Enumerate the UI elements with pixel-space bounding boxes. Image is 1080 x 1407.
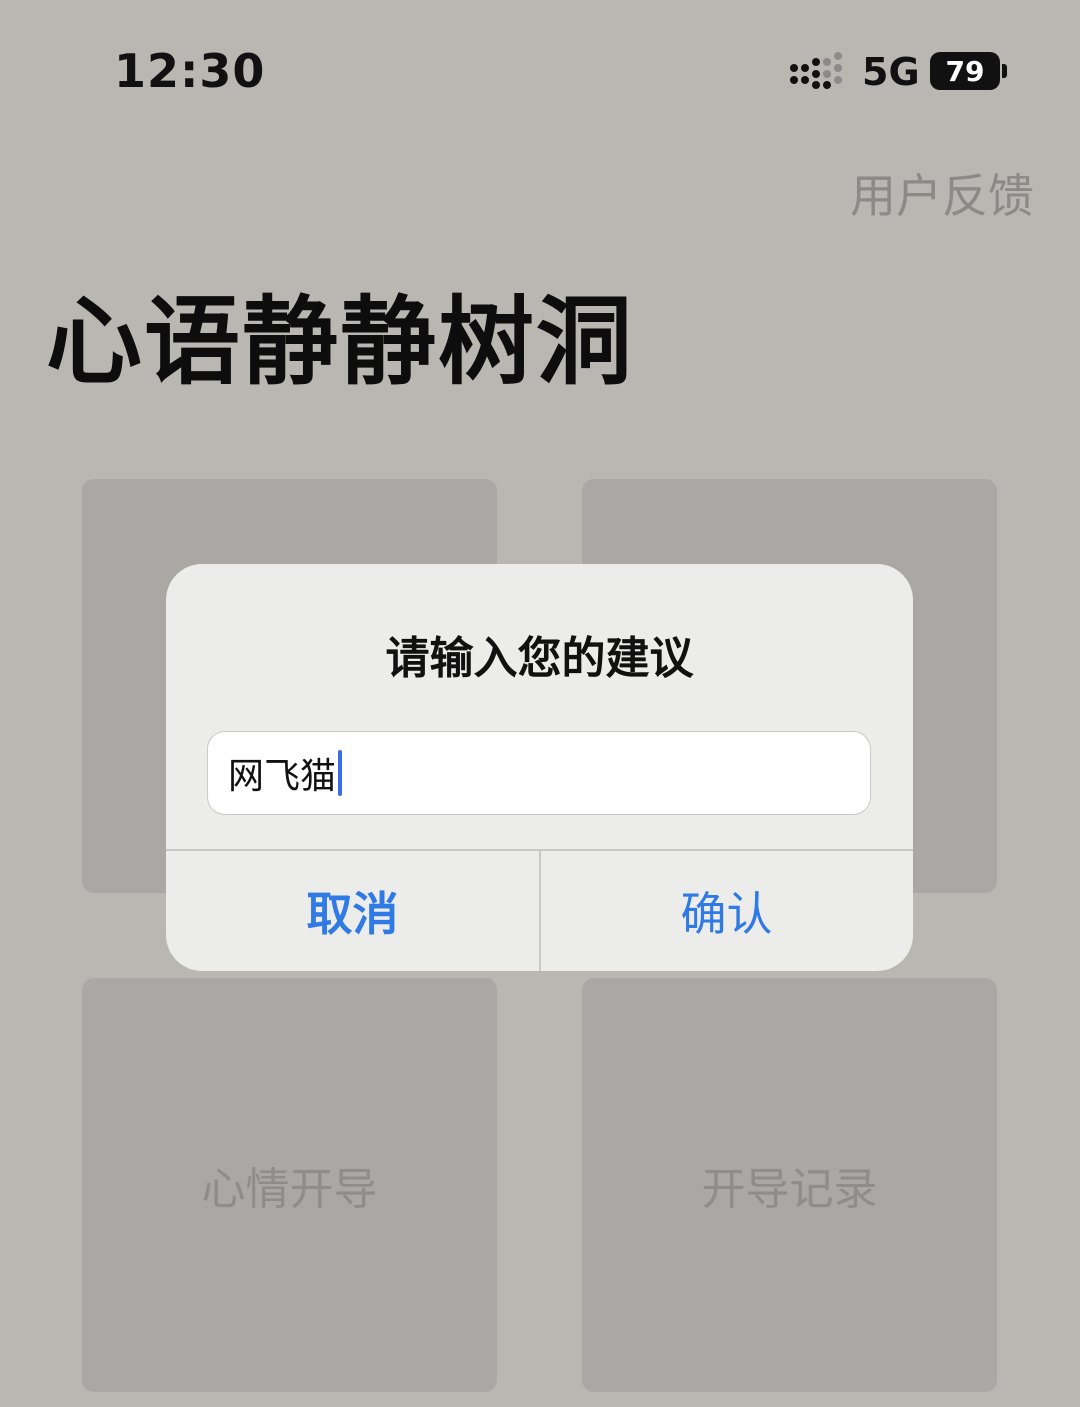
tile-mood-guidance[interactable]: 心情开导 bbox=[82, 978, 497, 1392]
feedback-link[interactable]: 用户反馈 bbox=[850, 160, 1034, 226]
confirm-button[interactable]: 确认 bbox=[540, 850, 913, 971]
text-caret bbox=[338, 750, 343, 796]
page-title: 心语静静树洞 bbox=[46, 286, 634, 398]
battery-nub bbox=[1002, 64, 1007, 78]
status-time: 12:30 bbox=[114, 44, 266, 98]
input-value: 网飞猫 bbox=[228, 756, 337, 797]
battery-level: 79 bbox=[945, 54, 985, 88]
tile-guidance-records[interactable]: 开导记录 bbox=[582, 978, 997, 1392]
network-label: 5G bbox=[862, 50, 920, 94]
tile-label: 心情开导 bbox=[201, 1164, 378, 1215]
battery-icon: 79 bbox=[930, 52, 1000, 90]
suggestion-input[interactable]: 网飞猫 bbox=[207, 731, 871, 815]
cancel-button[interactable]: 取消 bbox=[166, 850, 539, 971]
dialog-title: 请输入您的建议 bbox=[385, 633, 694, 684]
signal-icon bbox=[790, 52, 842, 89]
feedback-dialog: 请输入您的建议 网飞猫 取消 确认 bbox=[166, 564, 913, 971]
tile-label: 开导记录 bbox=[701, 1164, 878, 1215]
